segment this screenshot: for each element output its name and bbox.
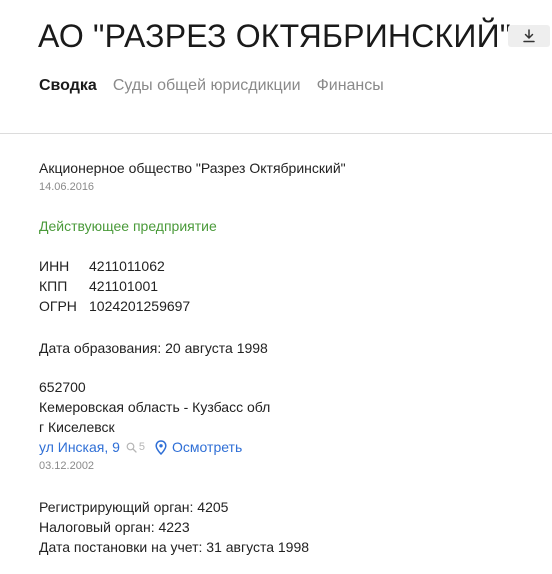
- address-street-row: ул Инская, 9 5 Осмотреть: [39, 437, 539, 457]
- company-full-name: Акционерное общество "Разрез Октябрински…: [39, 160, 346, 176]
- ogrn-value: 1024201259697: [89, 298, 191, 314]
- name-date: 14.06.2016: [39, 181, 95, 193]
- download-button[interactable]: [508, 25, 550, 47]
- address-city: г Киселевск: [39, 419, 115, 435]
- map-pin-icon: [155, 439, 167, 455]
- address-date: 03.12.2002: [39, 460, 95, 472]
- kpp-value: 421101001: [89, 278, 159, 294]
- registration-date: Дата постановки на учет: 31 августа 1998: [39, 539, 310, 555]
- tab-finance[interactable]: Финансы: [317, 76, 384, 96]
- kpp-label: КПП: [39, 278, 68, 294]
- company-summary: Акционерное общество "Разрез Октябрински…: [39, 158, 539, 557]
- address-street-link[interactable]: ул Инская, 9: [39, 437, 120, 457]
- inn-label: ИНН: [39, 258, 70, 274]
- street-search-count[interactable]: 5: [126, 441, 145, 453]
- address-region: Кемеровская область - Кузбасс обл: [39, 399, 271, 415]
- view-location-link[interactable]: Осмотреть: [172, 437, 242, 457]
- header-divider: [0, 133, 552, 134]
- tax-authority: Налоговый орган: 4223: [39, 519, 190, 535]
- magnifier-icon: [126, 442, 137, 453]
- status-badge: Действующее предприятие: [39, 218, 217, 234]
- registration-authority: Регистрирующий орган: 4205: [39, 499, 229, 515]
- company-codes: ИНН 4211011062 КПП 421101001 ОГРН 102420…: [39, 256, 539, 316]
- founded-date: Дата образования: 20 августа 1998: [39, 340, 268, 356]
- street-count-value: 5: [138, 441, 146, 453]
- ogrn-label: ОГРН: [39, 298, 77, 314]
- tabs-bar: Сводка Суды общей юрисдикции Финансы: [39, 76, 400, 96]
- tab-summary[interactable]: Сводка: [39, 76, 97, 96]
- address-postcode: 652700: [39, 379, 86, 395]
- page-title: АО "РАЗРЕЗ ОКТЯБРИНСКИЙ": [38, 18, 512, 54]
- inn-value: 4211011062: [89, 258, 165, 274]
- download-icon: [522, 29, 536, 43]
- tab-courts[interactable]: Суды общей юрисдикции: [113, 76, 301, 96]
